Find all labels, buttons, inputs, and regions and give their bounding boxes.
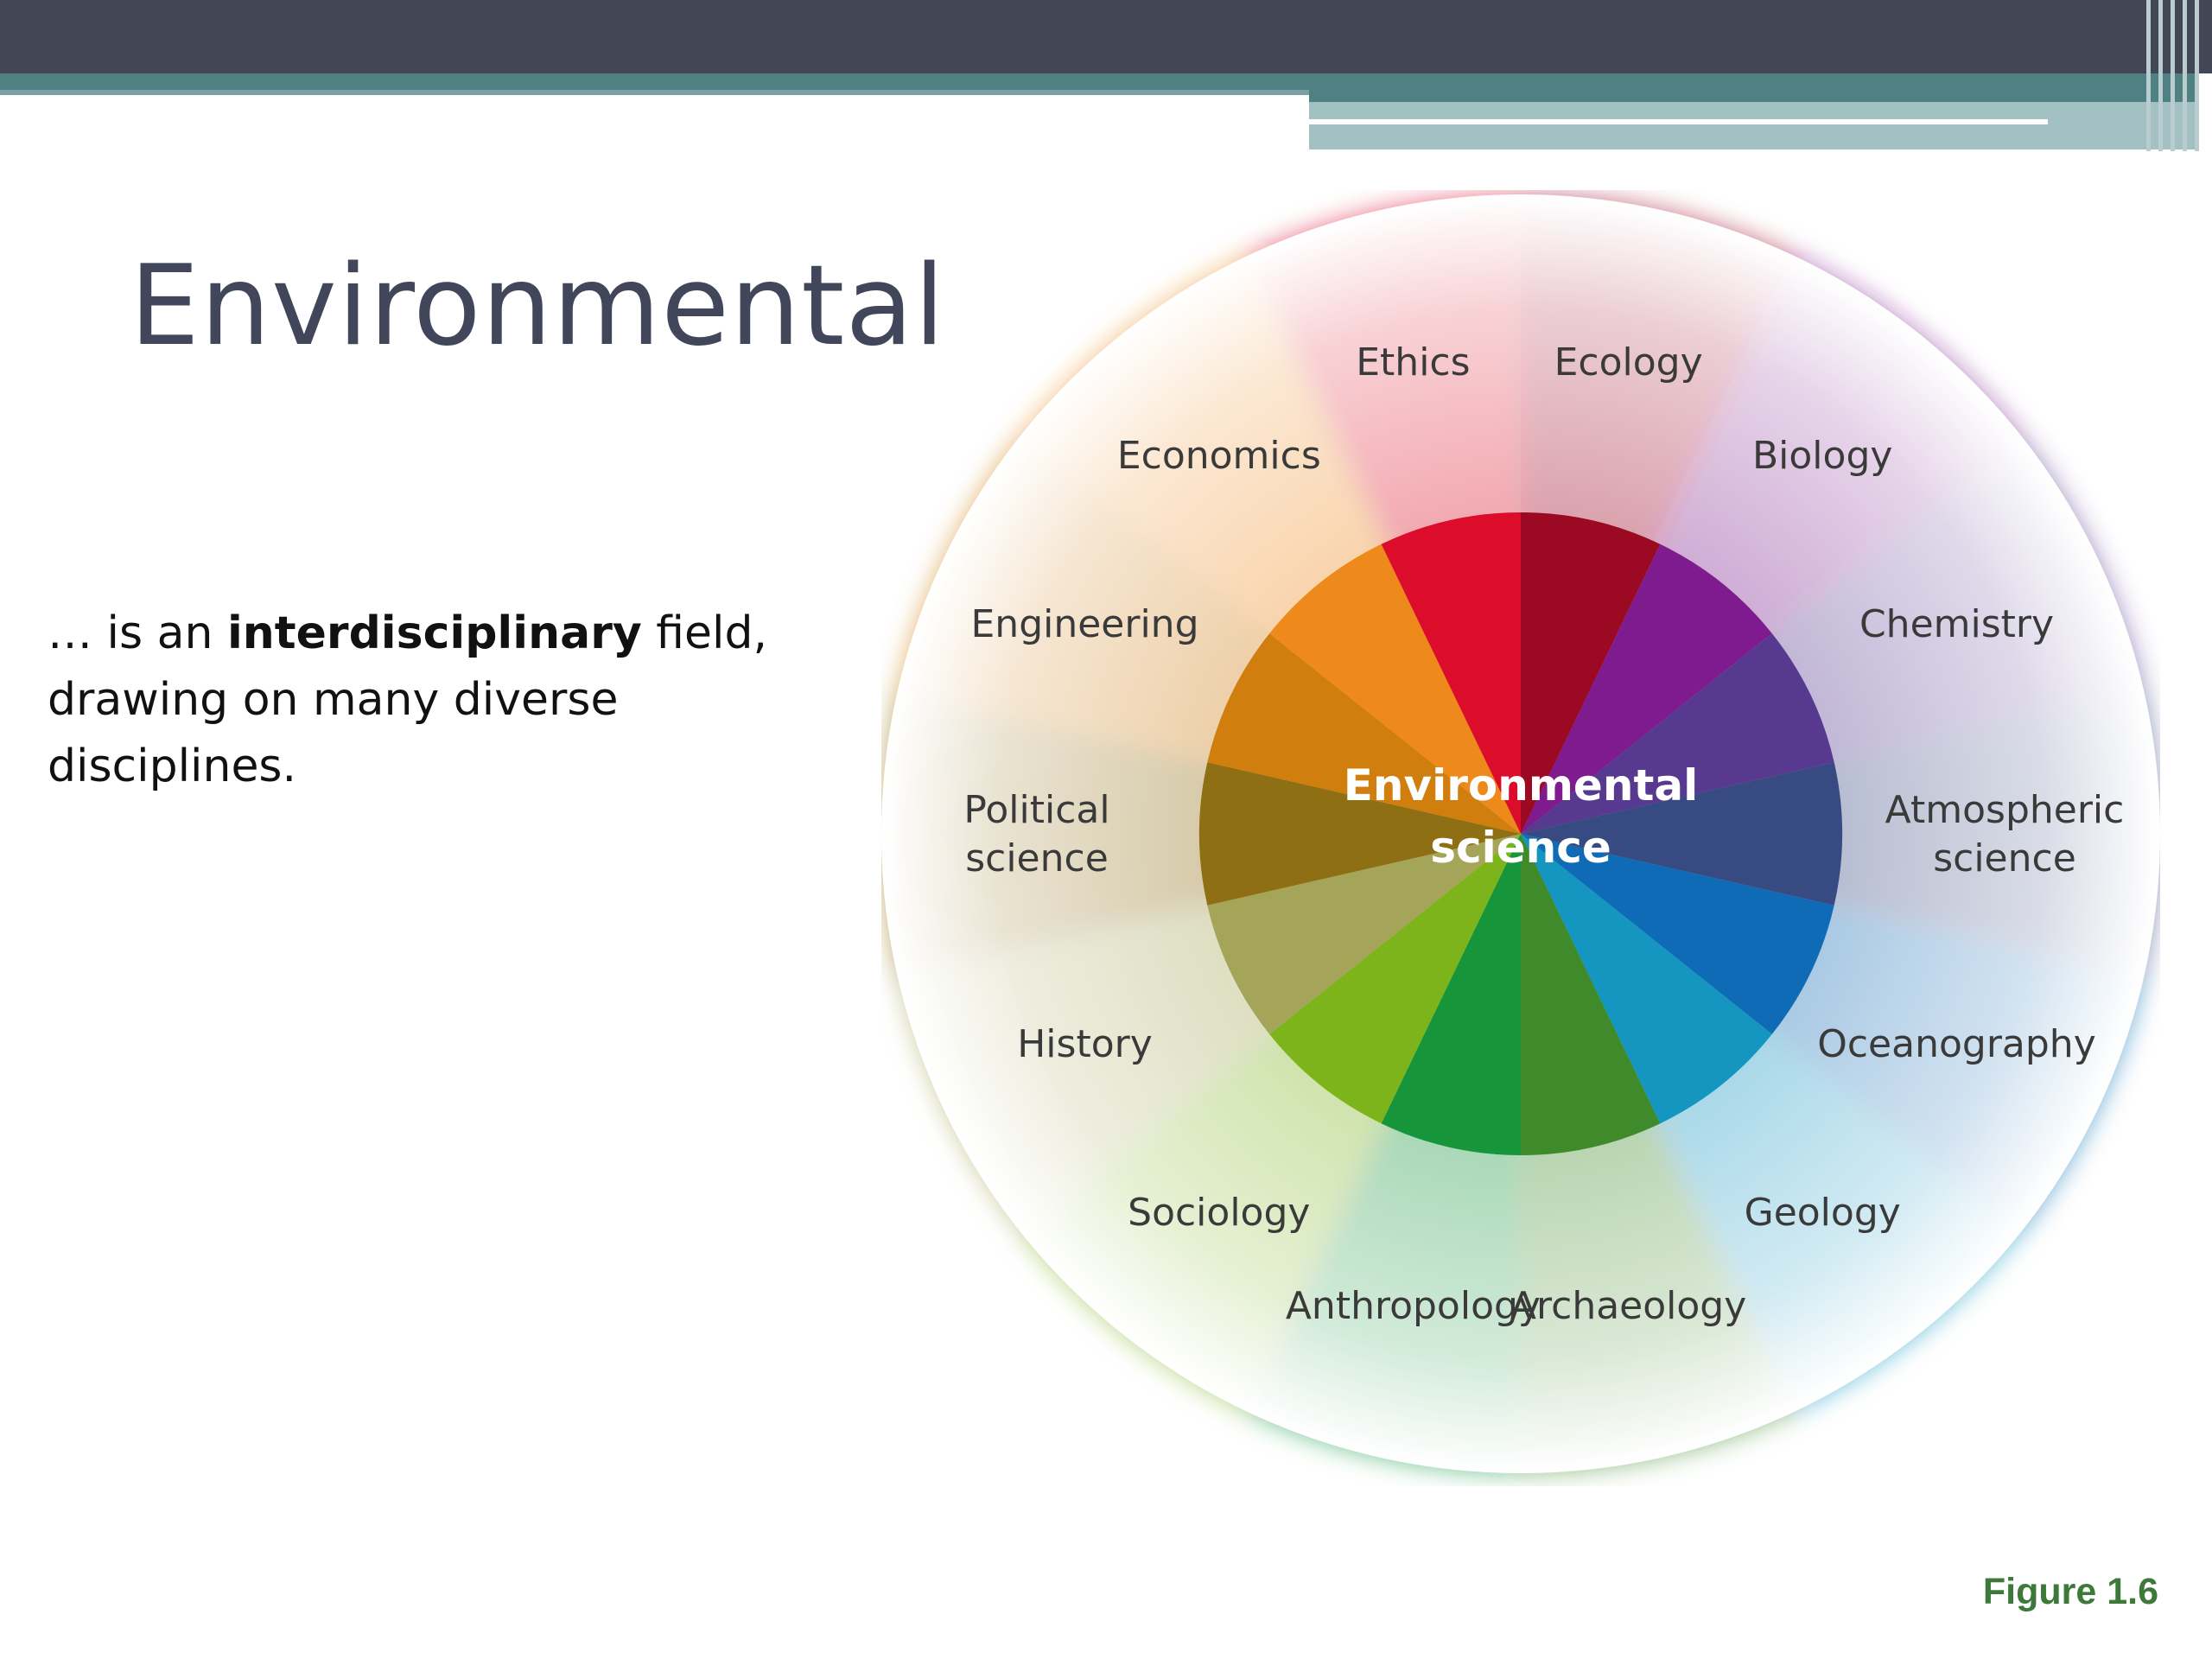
segment-label-sociology: Sociology <box>1128 1191 1310 1235</box>
segment-label-archaeology: Archaeology <box>1510 1284 1746 1328</box>
segment-label-anthropology: Anthropology <box>1286 1284 1541 1328</box>
center-label-line-1: Environmental <box>1344 760 1698 810</box>
slide-title: Environmental <box>130 242 946 371</box>
header-edge-lines <box>2146 0 2212 151</box>
header-white-cut <box>0 93 1309 154</box>
header-teal-line <box>0 90 1309 95</box>
body-text-intro: … is an <box>48 607 227 659</box>
segment-label-ethics: Ethics <box>1356 340 1470 385</box>
figure-caption: Figure 1.6 <box>1982 1571 2158 1612</box>
segment-label-history: History <box>1017 1022 1153 1066</box>
segment-label-engineering: Engineering <box>971 602 1199 646</box>
body-text-line-2: drawing on many diverse <box>48 674 619 726</box>
header-light-bar <box>1309 102 2195 149</box>
body-text-line-3: disciplines. <box>48 741 297 792</box>
segment-label-chemistry: Chemistry <box>1859 602 2054 646</box>
segment-label-geology: Geology <box>1745 1191 1901 1235</box>
segment-label-oceanography: Oceanography <box>1817 1022 2096 1066</box>
slide-body: … is an interdisciplinary field, drawing… <box>48 601 825 800</box>
body-text-emphasis: interdisciplinary <box>226 607 642 659</box>
segment-label-biology: Biology <box>1752 434 1892 478</box>
center-label-line-2: science <box>1430 823 1611 873</box>
header-thin-line <box>1309 119 2048 124</box>
body-text-field: field, <box>641 607 767 659</box>
segment-label-ecology: Ecology <box>1554 340 1703 385</box>
segment-label-economics: Economics <box>1117 434 1321 478</box>
disciplines-wheel: EcologyBiologyChemistryAtmospheric scienc… <box>881 194 2160 1473</box>
header-bar <box>0 0 2212 73</box>
